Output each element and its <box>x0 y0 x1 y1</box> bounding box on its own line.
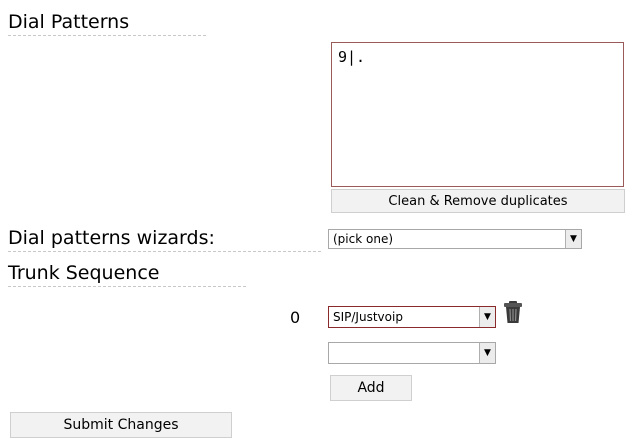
trunk-sequence-heading: Trunk Sequence <box>8 261 246 287</box>
dial-patterns-wizard-select[interactable]: (pick one) ▼ <box>328 229 582 249</box>
clean-remove-duplicates-button[interactable]: Clean & Remove duplicates <box>331 189 625 213</box>
dial-patterns-textarea[interactable]: 9|. <box>331 42 624 187</box>
wizard-select-value: (pick one) <box>333 232 394 246</box>
new-trunk-select[interactable]: ▼ <box>328 342 496 364</box>
add-trunk-button[interactable]: Add <box>330 375 412 401</box>
trunk-select-value: SIP/Justvoip <box>333 310 403 324</box>
trunk-sequence-index: 0 <box>290 308 301 327</box>
page: { "headings": { "dial_patterns": "Dial P… <box>0 0 644 439</box>
trash-can-icon[interactable] <box>502 300 524 324</box>
dial-patterns-wizards-label: Dial patterns wizards: <box>8 226 321 252</box>
dial-patterns-heading: Dial Patterns <box>8 10 206 36</box>
chevron-down-icon: ▼ <box>479 307 495 327</box>
chevron-down-icon: ▼ <box>565 230 581 248</box>
trunk-select[interactable]: SIP/Justvoip ▼ <box>328 306 496 328</box>
submit-changes-button[interactable]: Submit Changes <box>10 412 232 438</box>
chevron-down-icon: ▼ <box>479 343 495 363</box>
